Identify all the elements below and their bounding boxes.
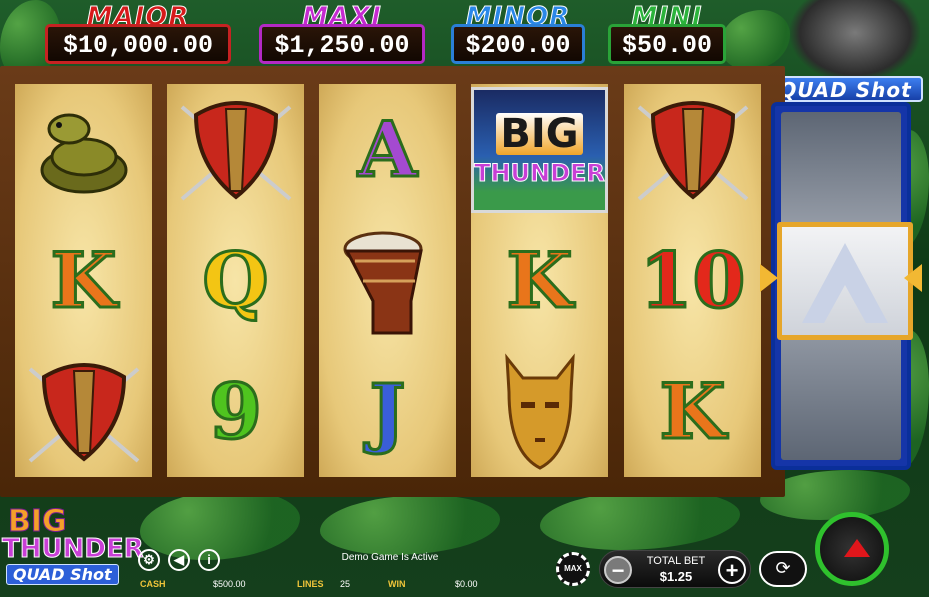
quadshot-right-arrow-icon [904, 264, 922, 292]
spin-button[interactable] [815, 512, 889, 586]
jackpot-mini-value: $50.00 [608, 24, 726, 64]
spin-arrow-icon [844, 539, 870, 557]
jackpot-maxi-value: $1,250.00 [259, 24, 425, 64]
symbol-k: K [624, 346, 761, 477]
autoplay-button[interactable]: ⟳ [759, 551, 807, 587]
bet-decrease-button[interactable]: − [604, 556, 632, 584]
shield-icon [167, 84, 304, 215]
big-thunder-wild-thunder: THUNDER [474, 158, 606, 187]
reel-1: K [15, 84, 152, 477]
win-label: WIN [388, 579, 406, 589]
mask-icon [471, 346, 608, 477]
jackpot-maxi: MAXI $1,250.00 [259, 4, 425, 66]
symbol-a: A [319, 84, 456, 215]
quadshot-left-arrow-icon [760, 264, 778, 292]
autoplay-icon: ⟳ [775, 558, 791, 578]
reel-3: A J [319, 84, 456, 477]
info-icon[interactable]: i [198, 549, 220, 571]
symbol-9: 9 [167, 346, 304, 477]
win-value: $0.00 [455, 579, 478, 589]
demo-status: Demo Game Is Active [341, 552, 439, 563]
jackpot-minor: MINOR $200.00 [451, 4, 585, 66]
big-thunder-wild-big: BIG [496, 112, 583, 155]
symbol-q: Q [167, 215, 304, 346]
big-thunder-icon: BIG THUNDER [471, 84, 608, 215]
cash-value: $500.00 [213, 579, 246, 589]
symbol-j-letter: J [368, 366, 407, 456]
lines-value: 25 [340, 579, 351, 589]
drum-icon [319, 215, 456, 346]
bet-increase-button[interactable]: + [718, 556, 746, 584]
symbol-9-letter: 9 [208, 366, 264, 456]
gorilla-icon [790, 0, 920, 82]
shield-icon [15, 346, 152, 477]
sound-icon[interactable]: ◀ [168, 549, 190, 571]
max-bet-button[interactable]: MAX [556, 552, 590, 586]
symbol-10-letter: 10 [638, 235, 747, 325]
settings-gear-icon[interactable]: ⚙ [138, 549, 160, 571]
symbol-q-letter: Q [201, 235, 270, 325]
symbol-k-letter: K [658, 366, 727, 456]
symbol-10: 10 [624, 215, 761, 346]
reel-5: 10 K [624, 84, 761, 477]
quadshot-a-icon [802, 243, 888, 323]
shield-icon [624, 84, 761, 215]
symbol-k: K [471, 215, 608, 346]
symbol-j: J [319, 346, 456, 477]
snake-icon [15, 84, 152, 215]
jackpot-major-value: $10,000.00 [45, 24, 231, 64]
lines-label: LINES [297, 579, 324, 589]
symbol-k-letter: K [49, 235, 118, 325]
jackpot-bar: MAJOR $10,000.00 MAXI $1,250.00 MINOR $2… [45, 4, 735, 66]
total-bet-control: − TOTAL BET $1.25 + [599, 550, 751, 588]
jackpot-mini: MINI $50.00 [608, 4, 726, 66]
quadshot-logo: QUAD Shot [768, 76, 923, 102]
reel-2: Q 9 [167, 84, 304, 477]
cash-label: CASH [140, 579, 166, 589]
total-bet-value: $1.25 [659, 569, 693, 584]
big-thunder-wild: BIG THUNDER [471, 86, 608, 213]
total-bet-label: TOTAL BET [646, 555, 706, 567]
quadshot-reel [771, 102, 913, 470]
symbol-k-letter: K [505, 235, 574, 325]
symbol-k: K [15, 215, 152, 346]
symbol-a-letter: A [357, 104, 419, 194]
jackpot-major: MAJOR $10,000.00 [45, 4, 231, 66]
jackpot-minor-value: $200.00 [451, 24, 585, 64]
reel-4: BIG THUNDER K [471, 84, 608, 477]
quadshot-window [777, 222, 913, 340]
